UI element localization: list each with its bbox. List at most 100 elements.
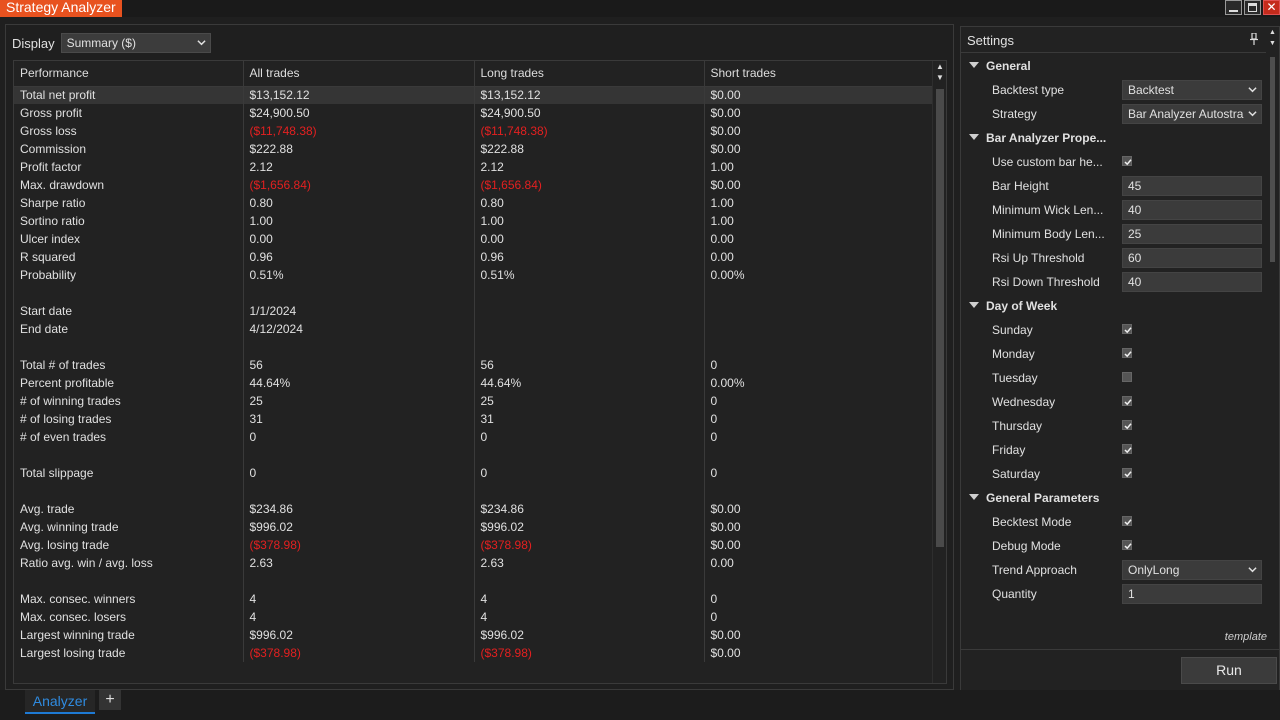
table-row[interactable]: Max. drawdown ($1,656.84) ($1,656.84) $0.00 [14,176,933,194]
cell-short-trades: $0.00 [704,122,933,140]
property-checkbox[interactable] [1122,396,1132,406]
maximize-icon[interactable] [1244,0,1261,15]
property-value [1122,512,1262,532]
table-row[interactable]: # of losing trades 31 31 0 [14,410,933,428]
property-input[interactable]: 40 [1122,200,1262,220]
property-value [1122,536,1262,556]
column-header-all-trades[interactable]: All trades [243,61,475,87]
scrollbar-thumb[interactable] [936,89,944,547]
category-bar-analyzer-prope[interactable]: Bar Analyzer Prope... [961,126,1266,150]
collapse-triangle-icon[interactable] [969,494,979,500]
cell-short-trades: 0.00% [704,266,933,284]
property-checkbox[interactable] [1122,420,1132,430]
table-row[interactable]: # of winning trades 25 25 0 [14,392,933,410]
table-row[interactable]: # of even trades 0 0 0 [14,428,933,446]
table-row[interactable]: End date 4/12/2024 [14,320,933,338]
cell-all-trades [243,446,475,464]
table-row[interactable] [14,572,933,590]
collapse-triangle-icon[interactable] [969,302,979,308]
table-row[interactable]: Gross loss ($11,748.38) ($11,748.38) $0.00 [14,122,933,140]
pin-icon[interactable] [1250,33,1258,45]
category-general-parameters[interactable]: General Parameters [961,486,1266,510]
property-select[interactable]: Backtest [1122,80,1262,100]
table-scrollbar[interactable]: ▲ ▼ [932,61,946,683]
table-row[interactable]: Sortino ratio 1.00 1.00 1.00 [14,212,933,230]
cell-long-trades: $24,900.50 [474,104,705,122]
table-row[interactable]: Ratio avg. win / avg. loss 2.63 2.63 0.00 [14,554,933,572]
property-row-rsi-up-threshold: Rsi Up Threshold 60 [961,246,1266,270]
checkmark-icon [1124,159,1132,166]
property-checkbox[interactable] [1122,324,1132,334]
table-row[interactable]: Avg. winning trade $996.02 $996.02 $0.00 [14,518,933,536]
cell-long-trades: 31 [474,410,705,428]
property-input[interactable]: 40 [1122,272,1262,292]
table-row[interactable] [14,482,933,500]
cell-long-trades [474,482,705,500]
template-label[interactable]: template [1225,631,1267,643]
cell-label [14,284,244,302]
table-row[interactable]: Sharpe ratio 0.80 0.80 1.00 [14,194,933,212]
table-row[interactable] [14,284,933,302]
property-checkbox[interactable] [1122,540,1132,550]
table-row[interactable]: Largest losing trade ($378.98) ($378.98) $0… [14,644,933,662]
table-row[interactable]: Probability 0.51% 0.51% 0.00% [14,266,933,284]
scroll-up-icon[interactable]: ▲ [933,61,946,72]
property-checkbox[interactable] [1122,444,1132,454]
cell-long-trades: ($378.98) [474,644,705,662]
property-checkbox[interactable] [1122,156,1132,166]
display-select[interactable]: Summary ($) [60,33,211,53]
minimize-icon[interactable] [1225,0,1242,15]
table-row[interactable]: Ulcer index 0.00 0.00 0.00 [14,230,933,248]
add-tab-button[interactable]: + [99,690,121,710]
close-icon[interactable]: ✕ [1263,0,1280,15]
category-general[interactable]: General [961,54,1266,78]
table-row[interactable]: Profit factor 2.12 2.12 1.00 [14,158,933,176]
table-row[interactable]: Gross profit $24,900.50 $24,900.50 $0.00 [14,104,933,122]
collapse-triangle-icon[interactable] [969,134,979,140]
table-row[interactable]: Total net profit $13,152.12 $13,152.12 $0.0… [14,86,933,104]
table-row[interactable]: Avg. losing trade ($378.98) ($378.98) $0.00 [14,536,933,554]
window-title[interactable]: Strategy Analyzer [0,0,122,17]
cell-long-trades: 4 [474,608,705,626]
table-row[interactable]: Total slippage 0 0 0 [14,464,933,482]
property-select[interactable]: Bar Analyzer Autostra [1122,104,1262,124]
cell-all-trades: 0 [243,464,475,482]
table-row[interactable] [14,446,933,464]
cell-long-trades [474,284,705,302]
table-row[interactable]: Max. consec. losers 4 4 0 [14,608,933,626]
column-header-performance[interactable]: Performance [14,61,244,87]
table-row[interactable]: Commission $222.88 $222.88 $0.00 [14,140,933,158]
table-row[interactable]: Max. consec. winners 4 4 0 [14,590,933,608]
scroll-down-icon[interactable]: ▼ [933,72,946,83]
property-name: Friday [992,443,1026,457]
table-row[interactable]: Start date 1/1/2024 [14,302,933,320]
cell-short-trades: 1.00 [704,194,933,212]
tab-analyzer[interactable]: Analyzer [25,690,95,714]
property-checkbox[interactable] [1122,516,1132,526]
table-row[interactable]: Largest winning trade $996.02 $996.02 $0.00 [14,626,933,644]
table-row[interactable]: Percent profitable 44.64% 44.64% 0.00% [14,374,933,392]
cell-all-trades [243,572,475,590]
settings-scroll-up-icon[interactable]: ▲ [1266,27,1279,38]
column-header-long-trades[interactable]: Long trades [474,61,705,87]
property-input[interactable]: 45 [1122,176,1262,196]
settings-scrollbar[interactable]: ▲ ▼ [1266,27,1279,647]
chevron-down-icon [1248,111,1257,117]
table-row[interactable]: Total # of trades 56 56 0 [14,356,933,374]
property-checkbox[interactable] [1122,468,1132,478]
table-row[interactable]: Avg. trade $234.86 $234.86 $0.00 [14,500,933,518]
column-header-short-trades[interactable]: Short trades [704,61,933,87]
settings-scrollbar-thumb[interactable] [1270,57,1275,262]
property-checkbox[interactable] [1122,372,1132,382]
table-row[interactable]: R squared 0.96 0.96 0.00 [14,248,933,266]
settings-scroll-down-icon[interactable]: ▼ [1266,38,1279,49]
property-select[interactable]: OnlyLong [1122,560,1262,580]
table-row[interactable] [14,338,933,356]
property-input[interactable]: 60 [1122,248,1262,268]
run-button[interactable]: Run [1181,657,1277,684]
property-input[interactable]: 25 [1122,224,1262,244]
property-input[interactable]: 1 [1122,584,1262,604]
collapse-triangle-icon[interactable] [969,62,979,68]
category-day-of-week[interactable]: Day of Week [961,294,1266,318]
property-checkbox[interactable] [1122,348,1132,358]
